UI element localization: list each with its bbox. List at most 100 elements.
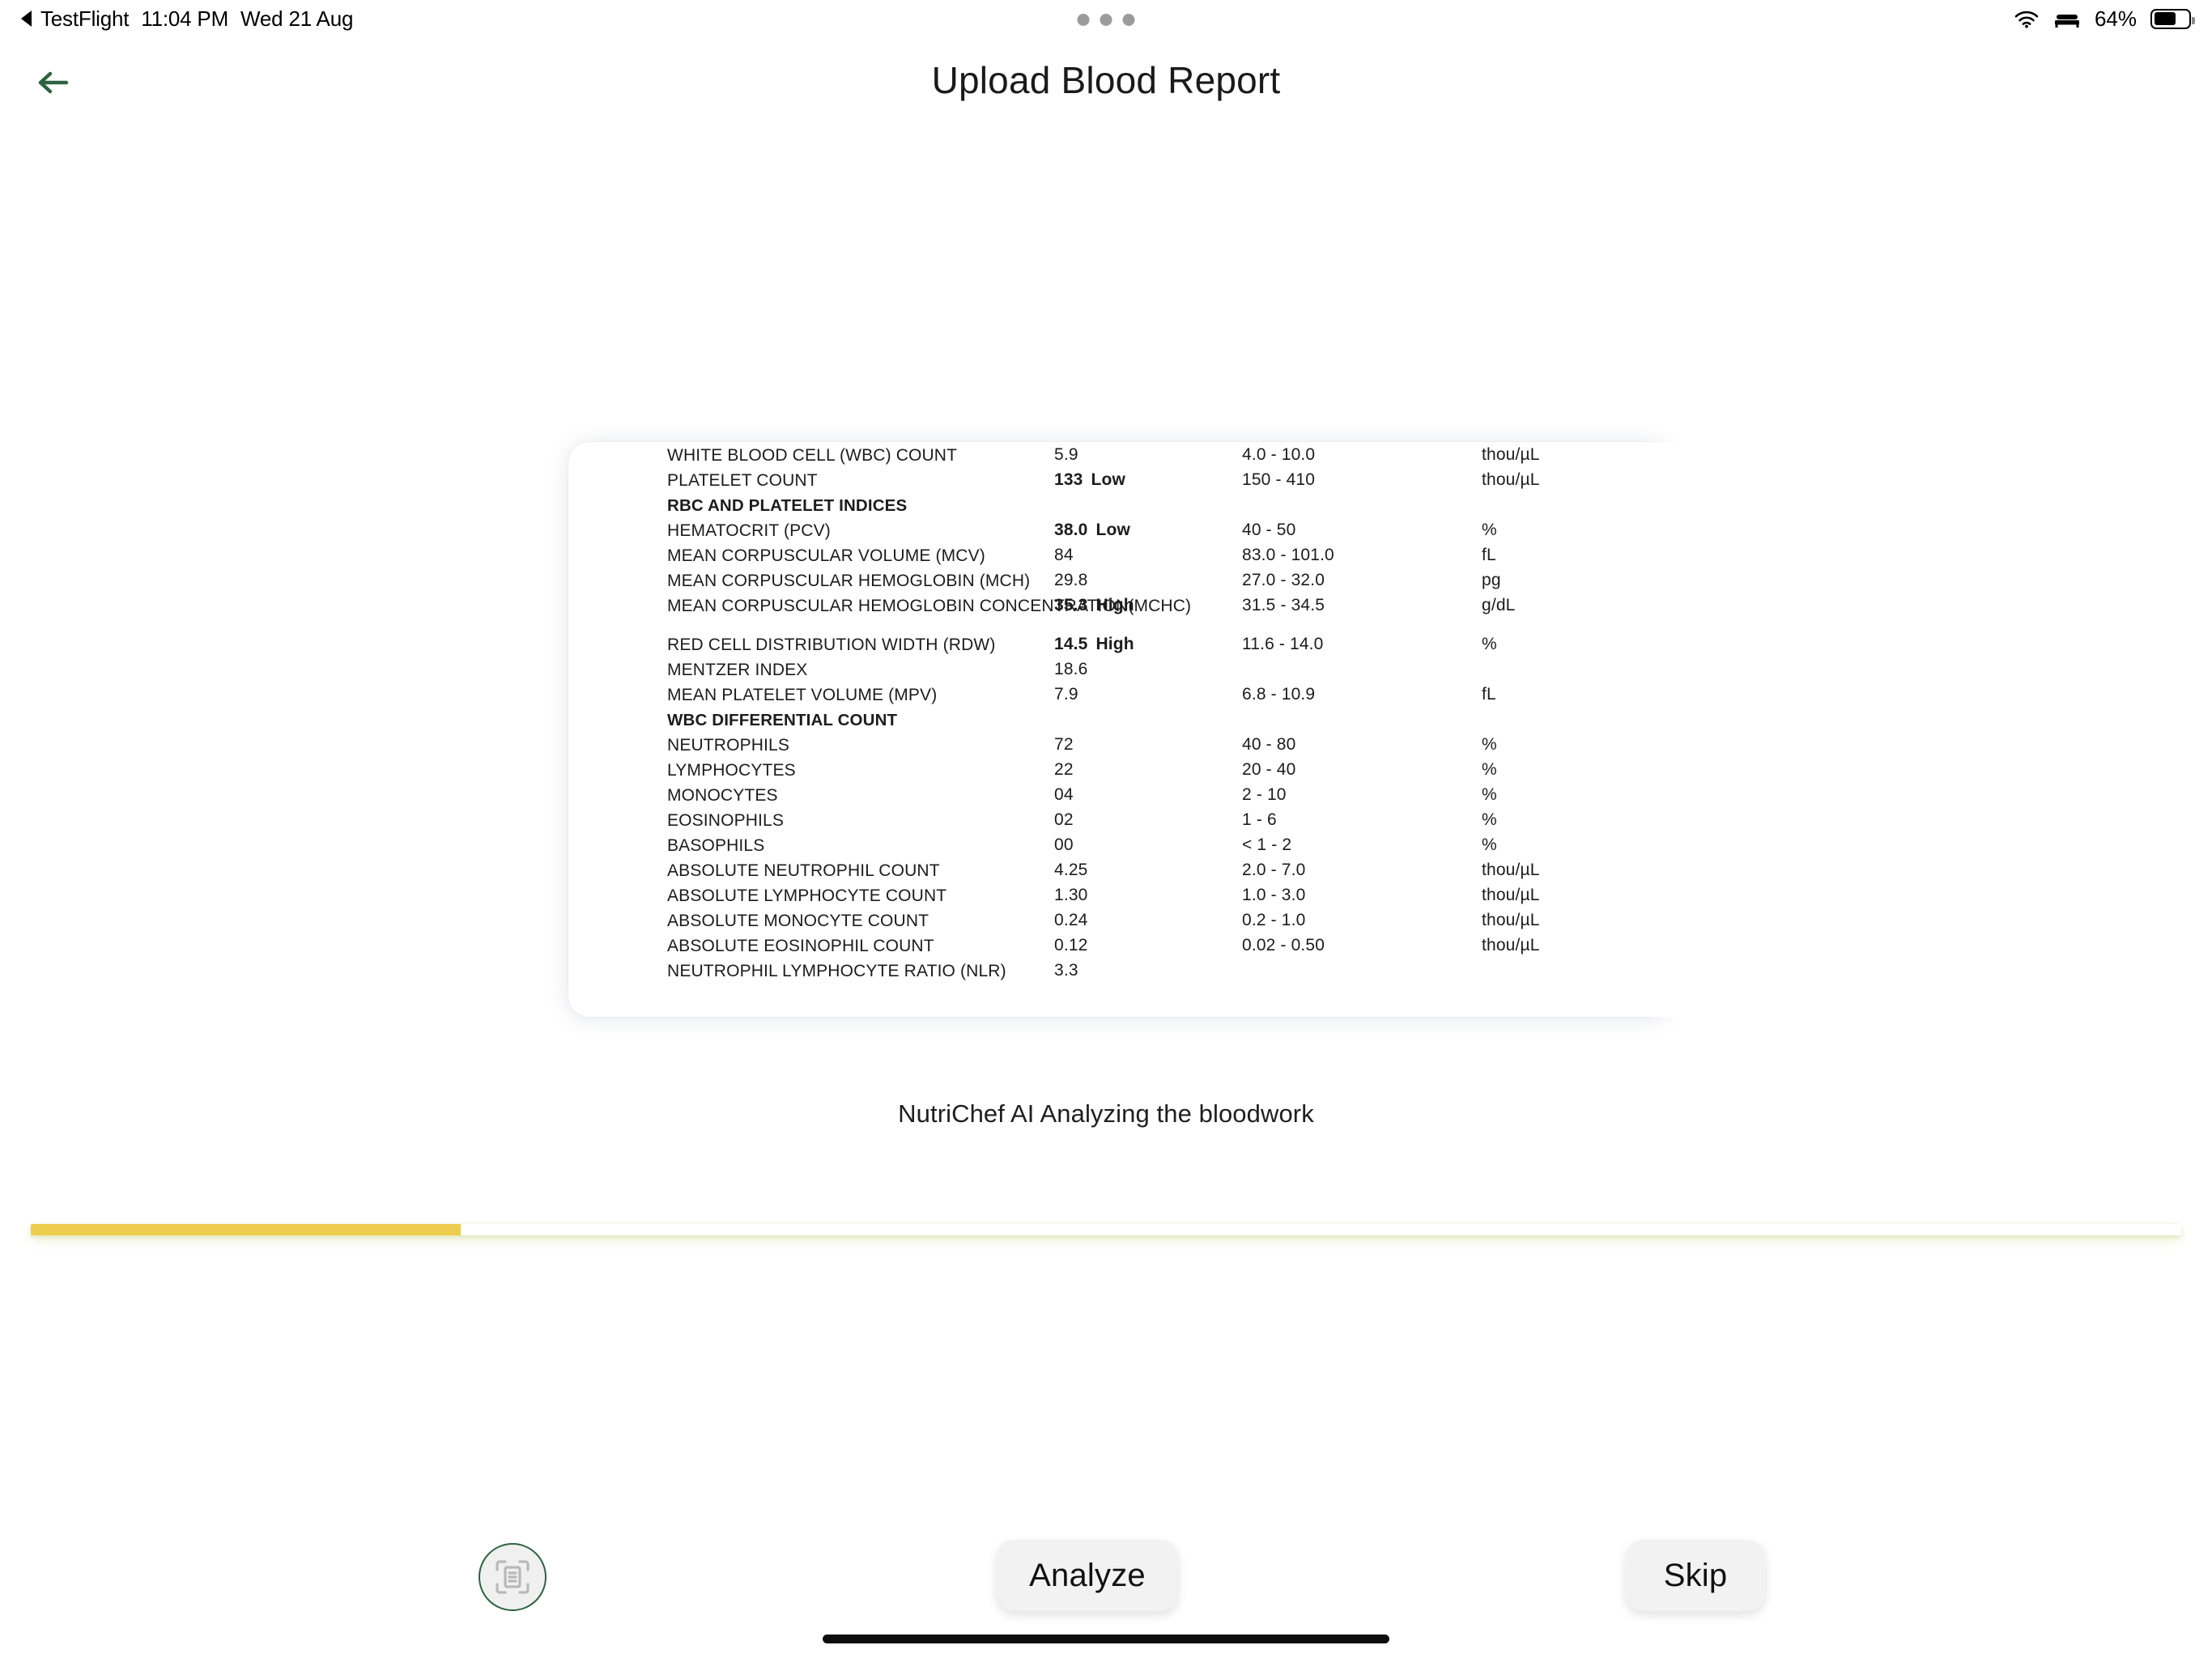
report-cell-range: 4.0 - 10.0 xyxy=(1242,445,1316,464)
report-cell-name: MEAN PLATELET VOLUME (MPV) xyxy=(667,686,938,704)
report-cell-range: 150 - 410 xyxy=(1242,470,1316,489)
report-cell-name: HEMATOCRIT (PCV) xyxy=(667,521,831,540)
report-row: MEAN CORPUSCULAR HEMOGLOBIN (MCH) 29.8 27.… xyxy=(667,571,1671,596)
report-cell-value: 133 Low xyxy=(1054,470,1242,490)
report-cell-name: RBC AND PLATELET INDICES xyxy=(667,496,908,515)
report-section-header: RBC AND PLATELET INDICES xyxy=(667,495,1671,521)
report-cell-name: MEAN CORPUSCULAR HEMOGLOBIN CONCENTRATIO… xyxy=(667,597,1192,615)
report-cell-name: WHITE BLOOD CELL (WBC) COUNT xyxy=(667,446,958,465)
report-value-number: 38.0 xyxy=(1054,521,1088,539)
report-row: NEUTROPHIL LYMPHOCYTE RATIO (NLR) 3.3 xyxy=(667,961,1671,986)
skip-button[interactable]: Skip xyxy=(1626,1540,1765,1611)
status-bar-left: TestFlight 11:04 PM Wed 21 Aug xyxy=(21,6,353,32)
report-cell-value: 0.24 xyxy=(1054,911,1088,929)
app-header: Upload Blood Report xyxy=(0,37,2212,125)
battery-icon xyxy=(2150,8,2195,29)
report-cell-name: PLATELET COUNT xyxy=(667,471,818,490)
report-cell-value: 4.25 xyxy=(1054,861,1088,879)
status-bar: TestFlight 11:04 PM Wed 21 Aug 64% xyxy=(0,0,2212,37)
report-cell-name: MENTZER INDEX xyxy=(667,661,808,679)
report-row: MENTZER INDEX 18.6 xyxy=(667,660,1671,685)
battery-level-fill xyxy=(2154,12,2176,25)
report-cell-range: 20 - 40 xyxy=(1242,760,1296,779)
battery-percent-label: 64% xyxy=(2094,6,2137,31)
home-indicator[interactable] xyxy=(823,1635,1389,1643)
report-cell-range: 31.5 - 34.5 xyxy=(1242,596,1325,614)
report-cell-range: 1.0 - 3.0 xyxy=(1242,886,1306,904)
report-value-flag: Low xyxy=(1095,521,1130,539)
report-cell-name: BASOPHILS xyxy=(667,836,765,855)
bed-icon xyxy=(2053,10,2081,28)
report-row: LYMPHOCYTES 22 20 - 40% xyxy=(667,760,1671,785)
report-cell-name: ABSOLUTE NEUTROPHIL COUNT xyxy=(667,861,940,880)
report-row: EOSINOPHILS 02 1 - 6% xyxy=(667,810,1671,835)
report-cell-unit: % xyxy=(1482,785,1497,804)
report-cell-value: 72 xyxy=(1054,735,1074,754)
report-row: MEAN PLATELET VOLUME (MPV) 7.9 6.8 - 10.9 f… xyxy=(667,685,1671,710)
report-cell-range: 11.6 - 14.0 xyxy=(1242,635,1324,653)
report-cell-value: 35.3 High xyxy=(1054,596,1242,615)
status-app-name[interactable]: TestFlight xyxy=(40,6,129,32)
report-cell-name: ABSOLUTE EOSINOPHIL COUNT xyxy=(667,937,934,955)
report-value-flag: High xyxy=(1095,596,1134,614)
scan-document-button[interactable] xyxy=(479,1543,547,1611)
report-cell-value: 84 xyxy=(1054,546,1074,564)
report-cell-value: 7.9 xyxy=(1054,685,1078,704)
report-row: WHITE BLOOD CELL (WBC) COUNT 5.9 4.0 - 10.… xyxy=(667,445,1671,470)
report-cell-name: MONOCYTES xyxy=(667,786,778,805)
report-cell-name: MEAN CORPUSCULAR VOLUME (MCV) xyxy=(667,546,985,565)
report-cell-value: 5.9 xyxy=(1054,445,1078,464)
report-cell-value: 00 xyxy=(1054,835,1074,854)
report-cell-name: NEUTROPHILS xyxy=(667,736,790,755)
report-cell-unit: % xyxy=(1482,521,1497,539)
multitasking-dots-icon[interactable] xyxy=(1077,14,1135,26)
report-cell-name: WBC DIFFERENTIAL COUNT xyxy=(667,711,898,729)
report-cell-value: 14.5 High xyxy=(1054,635,1242,654)
analyze-button[interactable]: Analyze xyxy=(997,1540,1178,1611)
document-scan-icon xyxy=(494,1558,531,1596)
report-value-flag: Low xyxy=(1091,470,1125,489)
report-cell-name: EOSINOPHILS xyxy=(667,811,785,830)
report-cell-unit: % xyxy=(1482,835,1497,854)
report-cell-value: 18.6 xyxy=(1054,660,1088,678)
report-cell-value: 02 xyxy=(1054,810,1074,829)
report-row: ABSOLUTE EOSINOPHIL COUNT 0.12 0.02 - 0.50… xyxy=(667,936,1671,961)
report-cell-unit: thou/µL xyxy=(1482,886,1540,904)
report-row: PLATELET COUNT 133 Low 150 - 410 thou/µL xyxy=(667,470,1671,495)
status-time: 11:04 PM xyxy=(141,6,229,31)
report-row: MEAN CORPUSCULAR VOLUME (MCV) 84 83.0 - 10… xyxy=(667,546,1671,571)
report-cell-name: ABSOLUTE LYMPHOCYTE COUNT xyxy=(667,886,947,905)
report-cell-range: 2 - 10 xyxy=(1242,785,1287,804)
report-row: RED CELL DISTRIBUTION WIDTH (RDW) 14.5 Hig… xyxy=(667,635,1671,660)
status-date: Wed 21 Aug xyxy=(240,6,354,31)
report-cell-value: 0.12 xyxy=(1054,936,1088,954)
report-row: NEUTROPHILS 72 40 - 80% xyxy=(667,735,1671,760)
report-row: MEAN CORPUSCULAR HEMOGLOBIN CONCENTRATIO… xyxy=(667,596,1671,635)
report-cell-value: 38.0 Low xyxy=(1054,521,1242,540)
report-cell-name: RED CELL DISTRIBUTION WIDTH (RDW) xyxy=(667,636,996,654)
report-cell-range: 40 - 80 xyxy=(1242,735,1296,754)
report-row: ABSOLUTE LYMPHOCYTE COUNT 1.30 1.0 - 3.0 th… xyxy=(667,886,1671,911)
page-title: Upload Blood Report xyxy=(931,59,1281,101)
dot-3 xyxy=(1122,14,1135,26)
report-cell-unit: % xyxy=(1482,810,1497,829)
dot-1 xyxy=(1077,14,1090,26)
report-section-header: WBC DIFFERENTIAL COUNT xyxy=(667,710,1671,735)
report-cell-value: 29.8 xyxy=(1054,571,1088,589)
report-cell-range: 40 - 50 xyxy=(1242,521,1296,539)
report-cell-range: 83.0 - 101.0 xyxy=(1242,546,1334,564)
back-to-app-triangle-icon[interactable] xyxy=(21,11,32,27)
report-cell-unit: fL xyxy=(1482,546,1496,564)
report-cell-range: < 1 - 2 xyxy=(1242,835,1292,854)
report-cell-name: MEAN CORPUSCULAR HEMOGLOBIN (MCH) xyxy=(667,572,1031,590)
analyzing-status-text: NutriChef AI Analyzing the bloodwork xyxy=(898,1099,1314,1128)
report-cell-unit: thou/µL xyxy=(1482,911,1540,929)
report-cell-name: NEUTROPHIL LYMPHOCYTE RATIO (NLR) xyxy=(667,962,1006,980)
report-row: ABSOLUTE MONOCYTE COUNT 0.24 0.2 - 1.0 thou… xyxy=(667,911,1671,936)
report-cell-name: ABSOLUTE MONOCYTE COUNT xyxy=(667,912,929,930)
report-cell-value: 22 xyxy=(1054,760,1074,779)
report-cell-value: 1.30 xyxy=(1054,886,1088,904)
report-value-number: 133 xyxy=(1054,470,1083,489)
report-cell-range: 6.8 - 10.9 xyxy=(1242,685,1316,704)
report-cell-unit: % xyxy=(1482,635,1497,653)
